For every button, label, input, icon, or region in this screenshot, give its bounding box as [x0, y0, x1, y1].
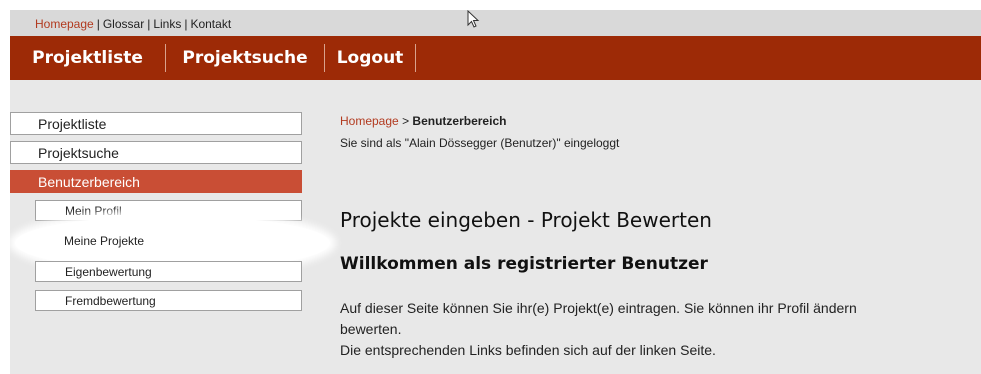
sidebar-subitem-fremdbewertung[interactable]: Fremdbewertung [35, 290, 302, 311]
toplink-separator: | [147, 17, 151, 31]
intro-paragraph: Auf dieser Seite können Sie ihr(e) Proje… [340, 298, 981, 361]
main-navigation: Projektliste Projektsuche Logout [10, 36, 981, 80]
nav-projektsuche[interactable]: Projektsuche [166, 44, 325, 72]
toplink-separator: | [96, 17, 100, 31]
logged-in-status: Sie sind als "Alain Dössegger (Benutzer)… [340, 136, 620, 150]
toplink-homepage[interactable]: Homepage [35, 17, 94, 31]
breadcrumb-current: Benutzerbereich [412, 114, 507, 128]
toplink-links[interactable]: Links [153, 17, 181, 31]
page-title: Projekte eingeben - Projekt Bewerten [340, 208, 712, 232]
intro-line-2: bewerten. [340, 321, 402, 337]
sidebar-item-projektliste[interactable]: Projektliste [10, 112, 302, 135]
sidebar-item-benutzerbereich[interactable]: Benutzerbereich [10, 170, 302, 193]
toplink-separator: | [184, 17, 188, 31]
nav-projektliste[interactable]: Projektliste [10, 44, 166, 72]
breadcrumb-homepage[interactable]: Homepage [340, 114, 399, 128]
mouse-cursor-icon [467, 10, 480, 28]
toplink-glossar[interactable]: Glossar [103, 17, 144, 31]
nav-logout[interactable]: Logout [325, 44, 416, 72]
sidebar-item-projektsuche[interactable]: Projektsuche [10, 141, 302, 164]
breadcrumb: Homepage > Benutzerbereich [340, 114, 506, 128]
page: Homepage | Glossar | Links | Kontakt Projektli… [10, 10, 981, 374]
toplink-kontakt[interactable]: Kontakt [190, 17, 231, 31]
intro-line-3: Die entsprechenden Links befinden sich a… [340, 342, 716, 358]
top-link-bar: Homepage | Glossar | Links | Kontakt [10, 10, 981, 36]
breadcrumb-separator: > [402, 114, 410, 128]
intro-line-1: Auf dieser Seite können Sie ihr(e) Proje… [340, 300, 857, 316]
welcome-heading: Willkommen als registrierter Benutzer [340, 254, 708, 274]
sidebar-subitem-meine-projekte[interactable]: Meine Projekte [35, 231, 302, 252]
sidebar-subitem-eigenbewertung[interactable]: Eigenbewertung [35, 261, 302, 282]
